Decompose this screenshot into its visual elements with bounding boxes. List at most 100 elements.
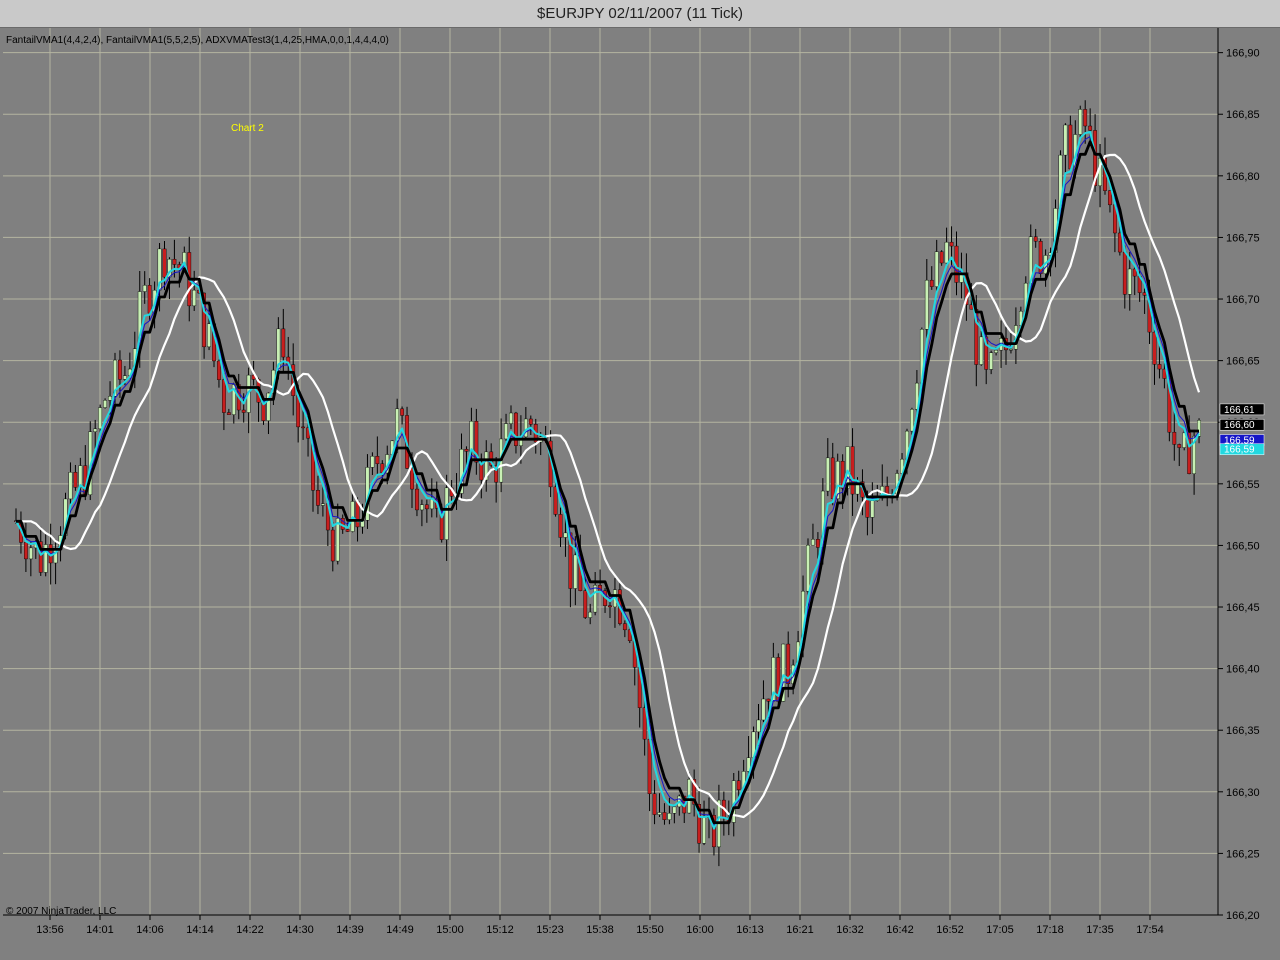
candle-body xyxy=(811,539,815,546)
candlestick-series xyxy=(14,100,1201,867)
time-tick-label: 14:01 xyxy=(86,924,114,936)
time-tick-label: 16:13 xyxy=(736,924,764,936)
candle-body xyxy=(410,468,414,490)
candle-body xyxy=(1063,124,1068,156)
candle-body xyxy=(667,813,672,820)
candle-body xyxy=(415,488,419,511)
candle-body xyxy=(850,446,855,495)
indicator-description: FantailVMA1(4,4,2,4), FantailVMA1(5,5,2,… xyxy=(6,35,389,46)
price-tick-label: 166,85 xyxy=(1226,109,1260,121)
candle-body xyxy=(1152,331,1157,365)
candle-body xyxy=(103,400,108,408)
candle-body xyxy=(825,457,830,492)
candle-body xyxy=(672,806,677,814)
price-chart[interactable]: 166,90 166,85 166,80 166,75 166,70 166,65 166,… xyxy=(0,28,1280,960)
candle-body xyxy=(994,349,999,353)
candle-body xyxy=(281,328,286,358)
time-axis: 13:56 14:01 14:06 14:14 14:22 14:30 14:39 14:49… xyxy=(36,915,1164,936)
time-tick-label: 14:49 xyxy=(386,924,414,936)
candle-body xyxy=(1172,431,1177,445)
candle-body xyxy=(370,456,375,468)
time-tick-label: 17:54 xyxy=(1136,924,1164,936)
candle-body xyxy=(98,407,103,430)
candle-body xyxy=(944,241,949,264)
candle-body xyxy=(226,412,231,415)
candle-body xyxy=(1068,124,1073,170)
candle-body xyxy=(1078,109,1083,135)
candle-body xyxy=(830,457,835,499)
adxvma-line-black xyxy=(16,140,1199,825)
indicator-lines xyxy=(15,131,1201,830)
candle-body xyxy=(345,529,350,532)
window-title: $EURJPY 02/11/2007 (11 Tick) xyxy=(0,0,1280,28)
price-tick-label: 166,25 xyxy=(1226,848,1260,860)
candle-body xyxy=(1108,190,1112,206)
price-tick-label: 166,70 xyxy=(1226,294,1260,306)
price-tick-label: 166,45 xyxy=(1226,602,1260,614)
candle-body xyxy=(910,409,914,432)
vma-line-blue xyxy=(15,135,1200,827)
time-tick-label: 17:35 xyxy=(1086,924,1114,936)
candle-body xyxy=(1177,444,1182,448)
candle-body xyxy=(1117,232,1122,253)
time-tick-label: 14:06 xyxy=(136,924,164,936)
candle-body xyxy=(68,472,73,500)
candle-body xyxy=(929,279,934,287)
time-tick-label: 15:50 xyxy=(636,924,664,936)
candle-body xyxy=(469,421,474,452)
time-tick-label: 15:00 xyxy=(436,924,464,936)
candle-body xyxy=(375,456,380,464)
candle-body xyxy=(504,423,508,440)
candle-body xyxy=(444,487,449,540)
candle-body xyxy=(217,360,221,380)
candle-body xyxy=(662,812,667,820)
candle-body xyxy=(989,352,994,370)
price-tick-label: 166,50 xyxy=(1226,540,1260,552)
price-tick-label: 166,55 xyxy=(1226,479,1260,491)
candle-body xyxy=(118,359,122,380)
time-tick-label: 15:38 xyxy=(586,924,614,936)
candle-body xyxy=(756,719,761,733)
candle-body xyxy=(736,780,741,791)
time-tick-label: 16:00 xyxy=(686,924,714,936)
time-tick-label: 14:39 xyxy=(336,924,364,936)
time-tick-label: 16:42 xyxy=(886,924,914,936)
candle-body xyxy=(573,554,578,589)
candle-body xyxy=(241,409,246,413)
candle-body xyxy=(1088,125,1093,131)
hma-line-white xyxy=(16,153,1201,819)
candle-body xyxy=(588,611,593,618)
candle-body xyxy=(420,504,424,511)
candle-body xyxy=(1122,251,1127,295)
candle-body xyxy=(1083,109,1088,127)
candle-body xyxy=(93,428,98,432)
price-tick-label: 166,30 xyxy=(1226,787,1260,799)
candle-body xyxy=(1157,364,1162,370)
candle-body xyxy=(652,793,657,815)
candle-body xyxy=(400,408,404,416)
time-tick-label: 17:18 xyxy=(1036,924,1064,936)
candle-body xyxy=(702,817,706,844)
candle-body xyxy=(949,241,954,247)
candle-body xyxy=(1142,292,1147,296)
price-tick-label: 166,80 xyxy=(1226,171,1260,183)
candle-body xyxy=(766,698,771,702)
price-tick-label: 166,90 xyxy=(1226,48,1260,60)
price-tick-label: 166,75 xyxy=(1226,232,1260,244)
candle-body xyxy=(73,472,78,488)
candle-body xyxy=(608,605,612,608)
copyright-text: © 2007 NinjaTrader, LLC xyxy=(6,906,116,917)
candle-body xyxy=(221,379,226,413)
candle-body xyxy=(816,539,820,548)
candle-body xyxy=(142,285,147,292)
candle-body xyxy=(122,375,127,380)
candle-body xyxy=(924,279,929,330)
candle-body xyxy=(528,418,533,425)
candle-body xyxy=(514,412,518,446)
candle-body xyxy=(207,323,211,348)
candle-body xyxy=(583,590,588,618)
candle-body xyxy=(509,412,513,424)
candle-body xyxy=(172,258,177,265)
candle-body xyxy=(870,500,875,518)
candle-body xyxy=(321,503,325,506)
